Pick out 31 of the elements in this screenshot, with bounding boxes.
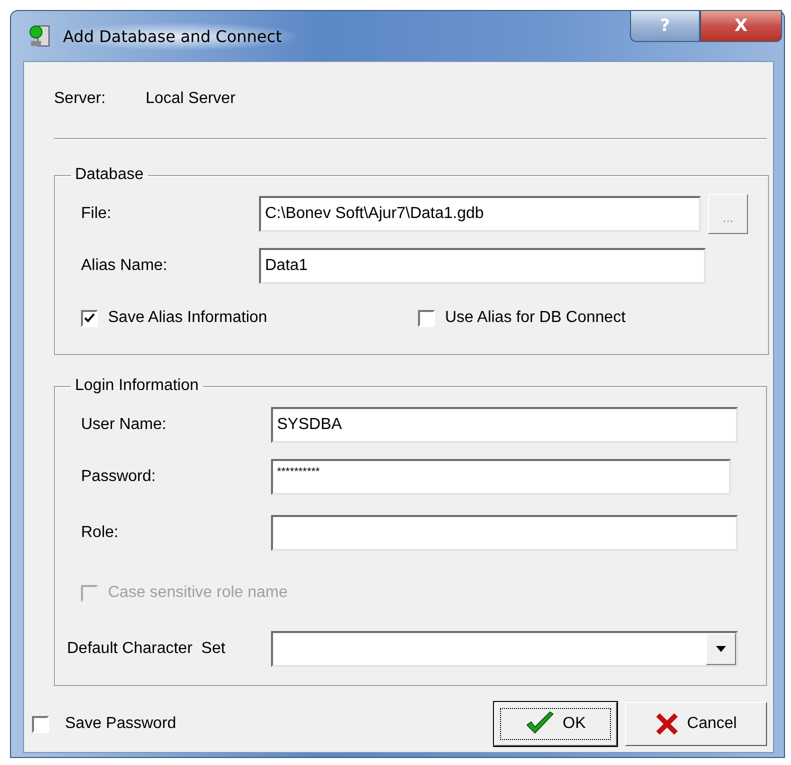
database-server-icon [29, 24, 51, 48]
checkbox-label: Save Password [65, 715, 176, 733]
field-label: Alias Name: [81, 257, 168, 275]
field-label: Password: [81, 468, 157, 486]
checkbox-label: Save Alias Information [108, 309, 268, 327]
password-field[interactable]: ********** [271, 459, 731, 495]
group-title: Login Information [74, 377, 200, 395]
checkbox[interactable] [81, 310, 98, 326]
window-title: Add Database and Connect [61, 22, 296, 50]
ok-button[interactable]: OK [494, 702, 617, 746]
server-label: Server: [54, 90, 106, 109]
charset-dropdown[interactable] [271, 631, 738, 667]
dropdown-button[interactable] [706, 633, 736, 665]
close-button[interactable]: X [700, 10, 782, 42]
checkbox[interactable] [418, 310, 435, 326]
file-field[interactable]: C:\Bonev Soft\Ajur7\Data1.gdb [259, 196, 701, 232]
alias-field[interactable]: Data1 [259, 248, 706, 284]
field-label: User Name: [81, 416, 168, 434]
checkbox-label: Use Alias for DB Connect [445, 309, 626, 327]
field-label: File: [81, 205, 112, 223]
checkbox[interactable] [32, 716, 49, 732]
field-label: Role: [81, 524, 120, 542]
text-field[interactable] [271, 515, 738, 551]
field-label: Default Character Set [67, 640, 226, 658]
text-field[interactable]: SYSDBA [271, 407, 738, 443]
cancel-button[interactable]: Cancel [624, 702, 767, 746]
server-name: Local Server [146, 90, 236, 109]
cross-icon [655, 712, 680, 736]
checkbox-label: Case sensitive role name [108, 584, 288, 602]
caret-icon [716, 646, 726, 652]
group-title: Database [74, 166, 144, 184]
